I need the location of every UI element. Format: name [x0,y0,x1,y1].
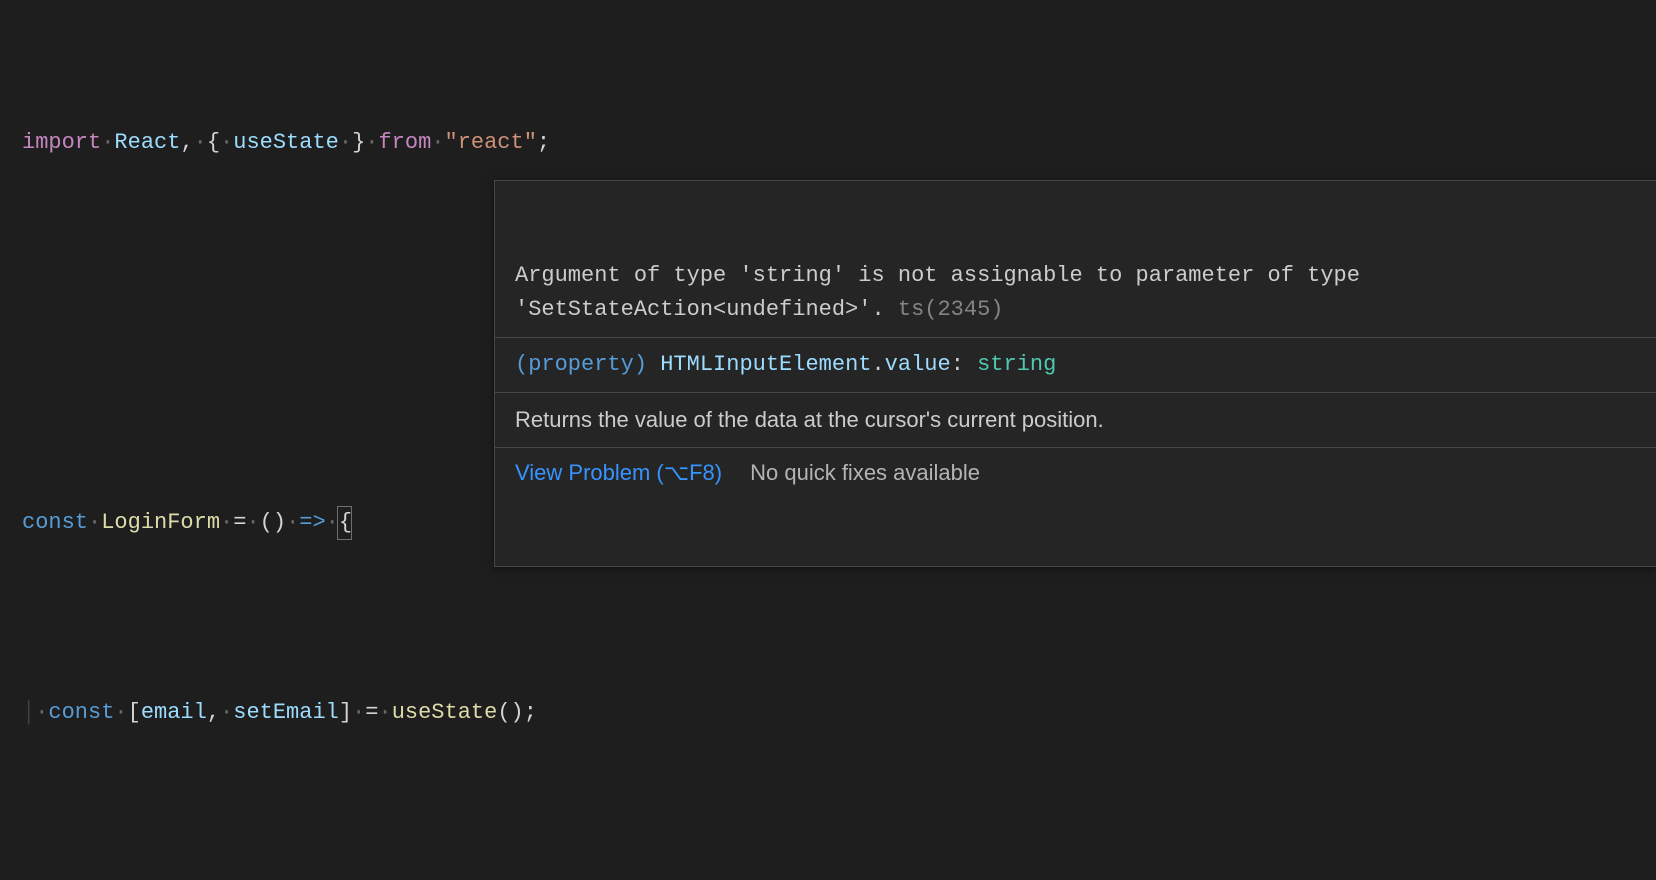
hover-signature: (property) HTMLInputElement.value: strin… [495,338,1656,392]
token-identifier: React [114,130,180,155]
hover-error-message: Argument of type 'string' is not assigna… [495,249,1656,337]
hover-actions: View Problem (⌥F8) No quick fixes availa… [495,447,1656,498]
code-editor[interactable]: import·React,·{·useState·}·from·"react";… [0,0,1656,880]
code-line[interactable]: │·const·[email,·setEmail]·=·useState(); [22,694,1656,732]
token-keyword: import [22,130,101,155]
hover-error-code: ts(2345) [898,297,1004,322]
bracket-highlight: { [339,504,352,542]
hover-tooltip[interactable]: Argument of type 'string' is not assigna… [494,180,1656,567]
token-string: "react" [445,130,537,155]
hover-description: Returns the value of the data at the cur… [495,393,1656,447]
view-problem-link[interactable]: View Problem (⌥F8) [515,456,722,490]
no-quick-fix-label: No quick fixes available [750,456,980,490]
code-line[interactable]: import·React,·{·useState·}·from·"react"; [22,124,1656,162]
